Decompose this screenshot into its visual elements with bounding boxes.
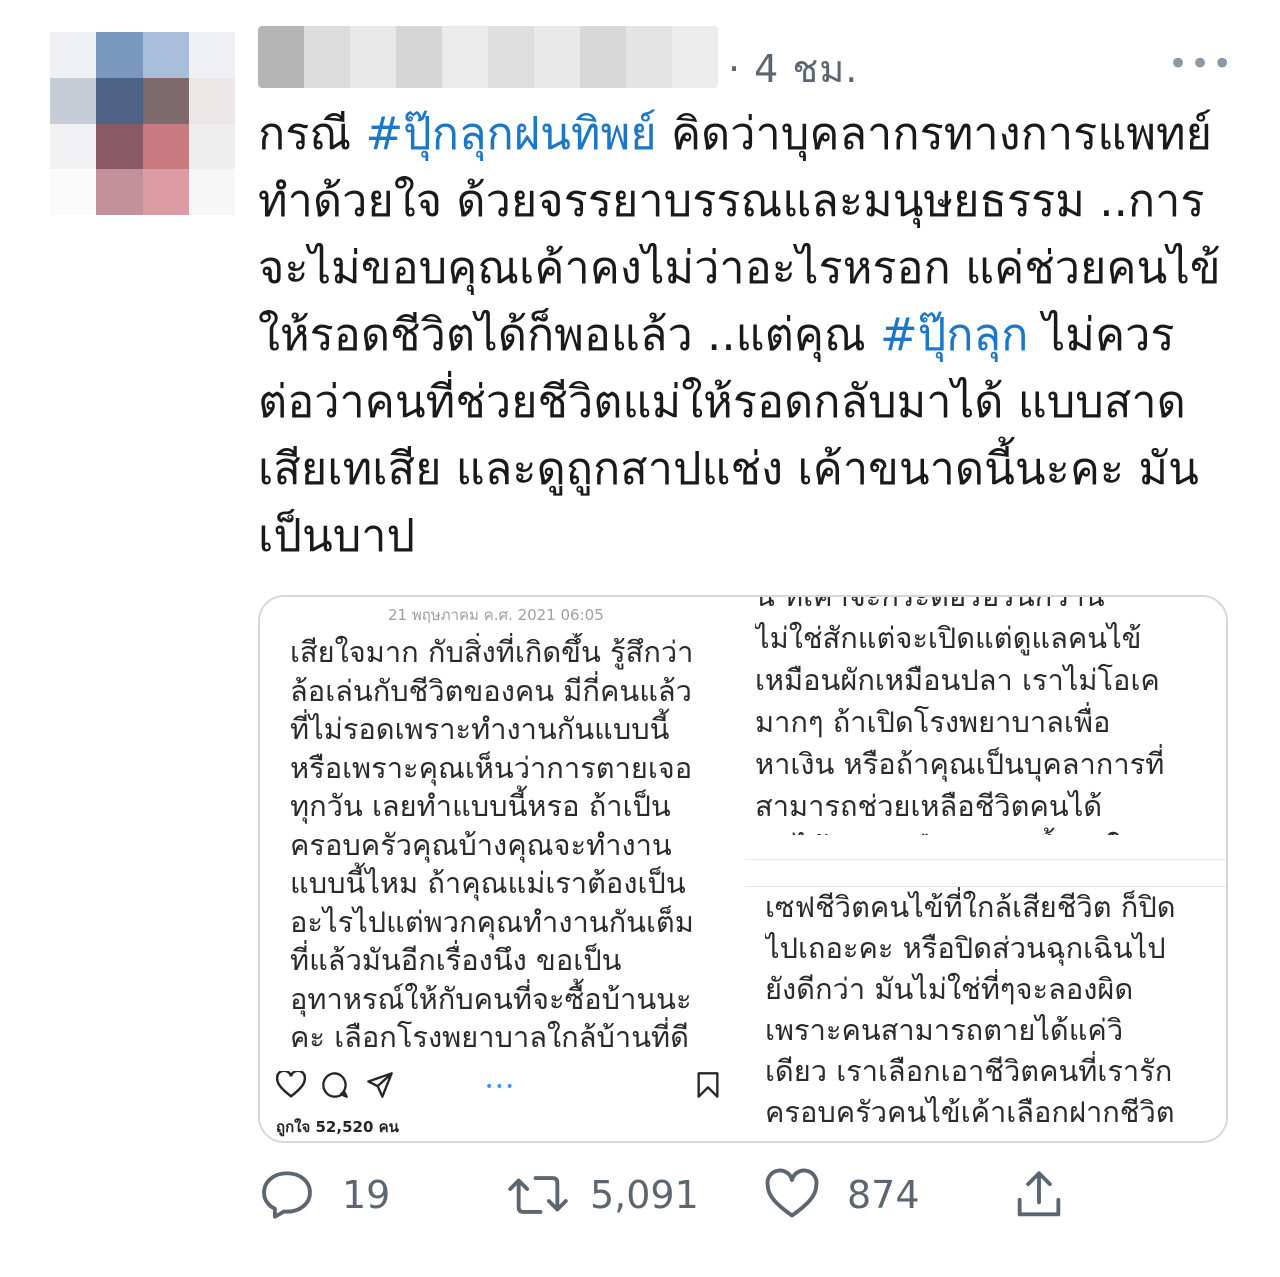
reply-icon: [258, 1166, 316, 1224]
avatar-pixel: [142, 169, 189, 215]
retweet-count: 5,091: [590, 1173, 699, 1217]
instagram-screenshot-left: 21 พฤษภาคม ค.ศ. 2021 06:05 เสียใจมาก กับ…: [260, 597, 745, 1141]
share-tweet-button[interactable]: [1010, 1160, 1068, 1230]
name-blur-block: [580, 26, 626, 88]
name-blur-block: [442, 26, 488, 88]
avatar-pixel: [96, 32, 143, 78]
post-text-bottom: เซฟชีวิตคนไข้ที่ใกล้เสียชีวิต ก็ปิด ไปเถ…: [765, 890, 1176, 1129]
post-text-top: น ที่เค้าจะกระตือรือร้นกว่านี้ ไม่ใช่สัก…: [755, 595, 1165, 835]
reply-count: 19: [342, 1173, 391, 1217]
avatar-pixel: [142, 123, 189, 170]
comment-icon: [321, 1071, 349, 1103]
name-blur-block: [672, 26, 718, 88]
like-icon: [763, 1166, 821, 1224]
hashtag-link[interactable]: #ปุ๊กลุก: [880, 308, 1028, 361]
name-blur-block: [626, 26, 672, 88]
avatar-pixel: [50, 169, 97, 215]
name-blur-block: [258, 26, 304, 88]
name-blur-block: [304, 26, 350, 88]
avatar-pixel: [142, 32, 189, 78]
hashtag-link[interactable]: #ปุ๊กลุกฝนทิพย์: [365, 107, 656, 160]
avatar-pixel: [96, 77, 143, 124]
avatar-pixel: [50, 123, 97, 170]
avatar-pixel: [96, 123, 143, 170]
avatar-pixel: [96, 169, 143, 215]
post-body-text: เสียใจมาก กับสิ่งที่เกิดขึ้น รู้สึกว่า ล…: [290, 635, 694, 1049]
tweet-media[interactable]: 21 พฤษภาคม ค.ศ. 2021 06:05 เสียใจมาก กับ…: [258, 595, 1228, 1143]
screenshot-separator: [745, 859, 1226, 887]
avatar-pixel: [188, 77, 235, 124]
avatar-pixel: [188, 32, 235, 78]
author-name-redacted[interactable]: [258, 26, 718, 88]
avatar-pixel: [50, 32, 97, 78]
like-button[interactable]: 874: [763, 1160, 920, 1230]
name-blur-block: [488, 26, 534, 88]
carousel-dots: •••: [485, 1079, 516, 1095]
bookmark-icon: [696, 1071, 720, 1103]
share-icon: [366, 1071, 394, 1103]
share-icon: [1010, 1166, 1068, 1224]
avatar-pixel: [50, 77, 97, 124]
avatar-pixel: [142, 77, 189, 124]
name-blur-block: [396, 26, 442, 88]
avatar-pixel: [188, 169, 235, 215]
tweet-text: กรณี #ปุ๊กลุกฝนทิพย์ คิดว่าบุคลากรทางการ…: [258, 100, 1248, 569]
tweet-text-segment: กรณี: [258, 107, 366, 160]
tweet-actions: 19 5,091 874: [258, 1160, 1158, 1240]
reply-button[interactable]: 19: [258, 1160, 390, 1230]
avatar[interactable]: [50, 32, 235, 215]
retweet-button[interactable]: 5,091: [506, 1160, 699, 1230]
retweet-icon: [506, 1166, 570, 1224]
avatar-pixel: [188, 123, 235, 170]
heart-outline-icon: [275, 1069, 307, 1103]
name-blur-block: [350, 26, 396, 88]
likes-count: ถูกใจ 52,520 คน: [276, 1118, 399, 1136]
post-date: 21 พฤษภาคม ค.ศ. 2021 06:05: [388, 606, 604, 624]
more-options-icon[interactable]: •••: [1168, 44, 1234, 84]
name-blur-block: [534, 26, 580, 88]
instagram-screenshot-right: น ที่เค้าจะกระตือรือร้นกว่านี้ ไม่ใช่สัก…: [745, 597, 1226, 1141]
like-count: 874: [847, 1173, 920, 1217]
tweet-timestamp[interactable]: · 4 ชม.: [728, 38, 858, 99]
